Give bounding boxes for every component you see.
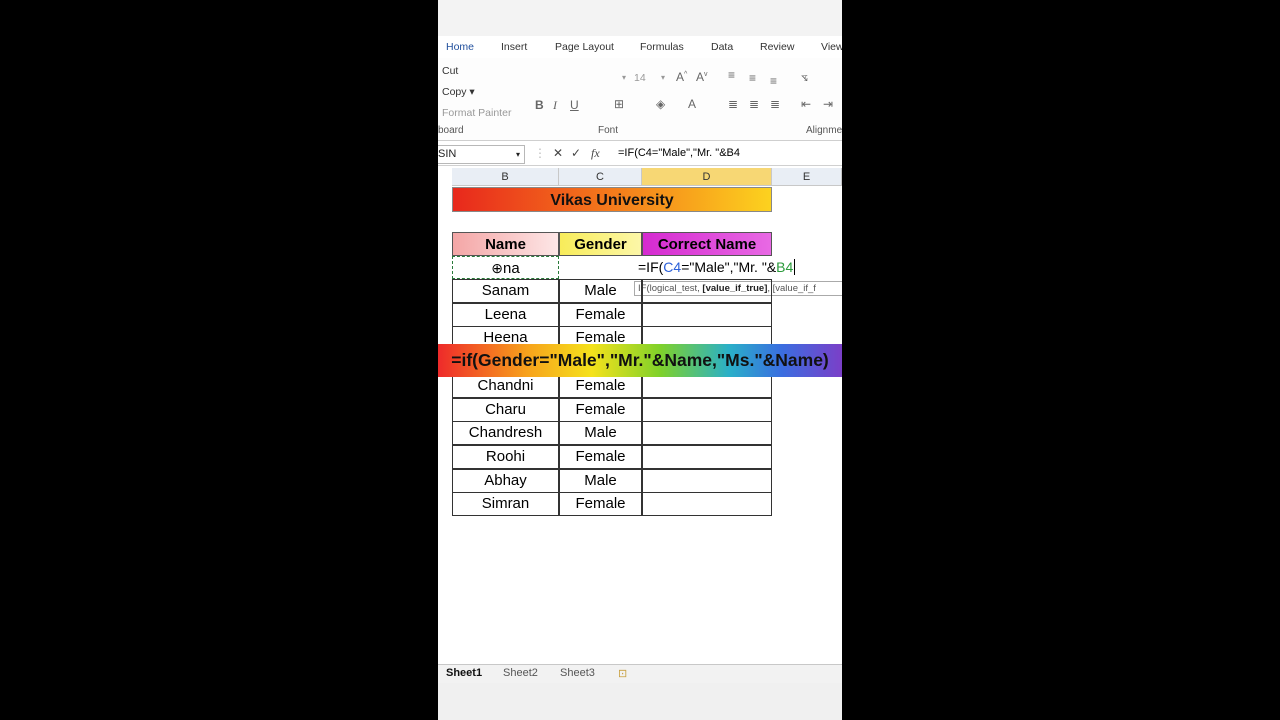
gender-cell[interactable]: Female: [559, 303, 642, 327]
ribbon-tabs: Home Insert Page Layout Formulas Data Re…: [438, 36, 842, 59]
name-cell[interactable]: Charu: [452, 398, 559, 422]
edit-part-args: ="Male","Mr. "&: [681, 259, 777, 275]
italic-icon[interactable]: I: [553, 98, 557, 113]
format-painter-button[interactable]: Format Painter: [442, 107, 511, 119]
name-box-arrow-icon[interactable]: ▾: [516, 146, 520, 163]
font-dropdown-arrow-icon[interactable]: ▾: [622, 73, 626, 82]
edit-part-ref-c4: C4: [663, 259, 682, 275]
font-size-box[interactable]: 14: [634, 72, 646, 84]
header-correct-name[interactable]: Correct Name: [642, 232, 772, 256]
edit-part-ref-b4: B4: [776, 259, 794, 275]
tooltip-part-c: , [value_if_f: [767, 283, 816, 294]
correct-name-cell[interactable]: [642, 445, 772, 469]
tab-page-layout[interactable]: Page Layout: [555, 41, 614, 53]
gender-cell[interactable]: Male: [559, 469, 642, 493]
active-name-text: na: [503, 260, 520, 277]
excel-frame: Home Insert Page Layout Formulas Data Re…: [438, 0, 842, 720]
align-middle-icon[interactable]: ≡: [749, 71, 756, 85]
increase-indent-icon[interactable]: ⇥: [823, 97, 833, 111]
tab-sheet2[interactable]: Sheet2: [503, 667, 538, 679]
name-cell[interactable]: Simran: [452, 492, 559, 516]
active-name-cell[interactable]: ⊕na: [452, 256, 559, 279]
column-header-c[interactable]: C: [559, 168, 642, 186]
blurred-bottom: [438, 683, 842, 720]
gender-cell[interactable]: Male: [559, 421, 642, 445]
tab-data[interactable]: Data: [711, 41, 733, 53]
gender-cell[interactable]: Female: [559, 374, 642, 398]
decrease-indent-icon[interactable]: ⇤: [801, 97, 811, 111]
active-edit-cell[interactable]: =IF(C4="Male","Mr. "&B4: [638, 256, 808, 279]
cut-button[interactable]: Cut: [442, 65, 458, 77]
gender-cell[interactable]: Female: [559, 445, 642, 469]
correct-name-cell[interactable]: [642, 374, 772, 398]
correct-name-cell[interactable]: [642, 303, 772, 327]
correct-name-cell[interactable]: [642, 469, 772, 493]
insert-sheet-icon[interactable]: ⊡: [618, 667, 627, 680]
shrink-font-icon[interactable]: Av: [696, 70, 708, 84]
formula-menu-icon[interactable]: ⋮: [534, 146, 546, 160]
correct-name-cell[interactable]: [642, 421, 772, 445]
formula-banner: =if(Gender="Male","Mr."&Name,"Ms."&Name): [438, 344, 842, 377]
tab-sheet3[interactable]: Sheet3: [560, 667, 595, 679]
column-header-d[interactable]: D: [642, 168, 772, 186]
gender-cell[interactable]: Female: [559, 398, 642, 422]
tab-insert[interactable]: Insert: [501, 41, 527, 53]
name-cell[interactable]: Abhay: [452, 469, 559, 493]
ribbon: Cut Copy ▾ Format Painter board ▾ 14 ▾ A…: [438, 58, 842, 141]
correct-name-cell[interactable]: [642, 279, 772, 303]
align-top-icon[interactable]: ≡: [728, 68, 735, 82]
clipboard-group-label: board: [438, 125, 464, 136]
name-cell[interactable]: Leena: [452, 303, 559, 327]
name-cell[interactable]: Chandni: [452, 374, 559, 398]
font-color-icon[interactable]: A: [688, 97, 696, 111]
name-cell[interactable]: Sanam: [452, 279, 559, 303]
blurred-top: [438, 0, 842, 36]
gender-cell[interactable]: Female: [559, 492, 642, 516]
sheet-tabs: Sheet1 Sheet2 Sheet3 ⊡: [438, 664, 842, 683]
name-cell[interactable]: Roohi: [452, 445, 559, 469]
size-dropdown-arrow-icon[interactable]: ▾: [661, 73, 665, 82]
orientation-icon[interactable]: ⦪: [801, 70, 808, 85]
name-box[interactable]: SIN ▾: [438, 145, 525, 164]
name-cell[interactable]: Chandresh: [452, 421, 559, 445]
column-header-b[interactable]: B: [452, 168, 559, 186]
bold-icon[interactable]: B: [535, 98, 544, 112]
text-caret: [794, 259, 796, 275]
tab-view[interactable]: View: [821, 41, 842, 53]
font-group-label: Font: [598, 125, 619, 136]
borders-icon[interactable]: ⊞: [614, 97, 624, 111]
tab-formulas[interactable]: Formulas: [640, 41, 684, 53]
correct-name-cell[interactable]: [642, 398, 772, 422]
align-center-icon[interactable]: ≣: [749, 97, 759, 111]
align-bottom-icon[interactable]: ≡: [770, 74, 777, 88]
header-name[interactable]: Name: [452, 232, 559, 256]
edit-part-func: =IF(: [638, 259, 664, 275]
sheet-title[interactable]: Vikas University: [452, 187, 772, 212]
formula-bar: SIN ▾ ⋮ ✕ ✓ fx =IF(C4="Male","Mr. "&B4: [438, 143, 842, 166]
cursor-icon: ⊕: [491, 260, 504, 276]
grow-font-icon[interactable]: A^: [676, 70, 687, 84]
name-box-value: SIN: [438, 148, 457, 160]
insert-function-icon[interactable]: fx: [591, 146, 600, 161]
align-left-icon[interactable]: ≣: [728, 97, 738, 111]
column-header-e[interactable]: E: [772, 168, 842, 186]
header-gender[interactable]: Gender: [559, 232, 642, 256]
fill-color-icon[interactable]: ◈: [656, 97, 665, 111]
formula-input[interactable]: =IF(C4="Male","Mr. "&B4: [618, 147, 740, 159]
alignment-group-label: Alignme: [806, 125, 842, 136]
align-right-icon[interactable]: ≣: [770, 97, 780, 111]
enter-icon[interactable]: ✓: [571, 146, 581, 160]
correct-name-cell[interactable]: [642, 492, 772, 516]
cancel-icon[interactable]: ✕: [553, 146, 563, 160]
tab-sheet1[interactable]: Sheet1: [446, 667, 482, 679]
tab-review[interactable]: Review: [760, 41, 794, 53]
gender-cell[interactable]: Male: [559, 279, 642, 303]
tab-home[interactable]: Home: [446, 41, 474, 53]
underline-icon[interactable]: U: [570, 98, 579, 112]
copy-button[interactable]: Copy ▾: [442, 86, 475, 98]
